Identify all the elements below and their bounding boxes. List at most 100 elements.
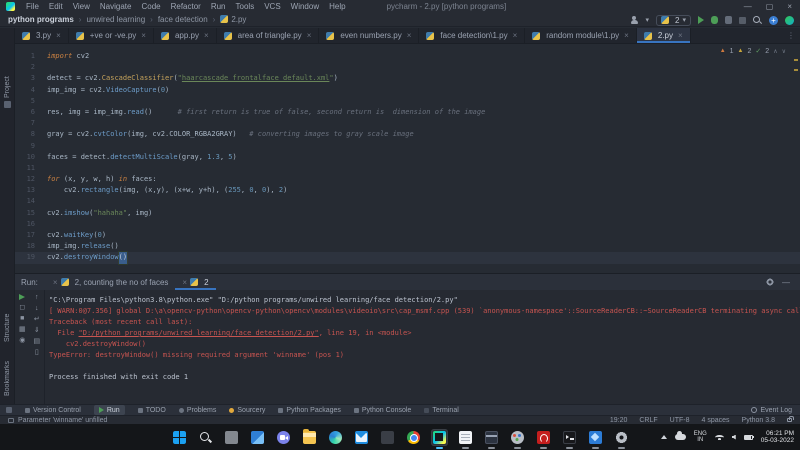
scroll-end-icon[interactable]: ⇓ (34, 327, 40, 334)
menu-item[interactable]: VCS (259, 2, 285, 11)
console-output[interactable]: "C:\Program Files\python3.8\python.exe" … (45, 290, 800, 404)
editor-tab[interactable]: 3.py × (15, 28, 69, 43)
taskbar-mail-icon[interactable] (353, 429, 370, 446)
scrollbar-marks[interactable] (794, 59, 798, 79)
chevron-down-icon[interactable]: ▾ (646, 16, 650, 24)
tab-close-icon[interactable]: × (56, 31, 61, 40)
file-encoding[interactable]: UTF-8 (670, 417, 690, 424)
run-config-selector[interactable]: 2 ▾ (656, 14, 691, 26)
line-ending[interactable]: CRLF (639, 417, 657, 424)
menu-item[interactable]: File (21, 2, 44, 11)
breadcrumb-item[interactable]: face detection (158, 15, 208, 24)
clock[interactable]: 06:21 PM 05-03-2022 (761, 430, 794, 445)
language-indicator[interactable]: ENG IN (694, 431, 707, 444)
hide-panel-icon[interactable]: — (782, 278, 790, 287)
code-line[interactable]: 15 cv2. imshow("hahaha", img) (15, 208, 800, 219)
volume-icon[interactable] (731, 434, 736, 440)
coverage-button[interactable] (725, 16, 732, 24)
code-line[interactable]: 7 (15, 118, 800, 129)
menu-item[interactable]: Code (136, 2, 165, 11)
tab-close-icon[interactable]: × (141, 31, 146, 40)
menu-item[interactable]: Edit (44, 2, 68, 11)
code-line[interactable]: 1 import cv2 (15, 51, 800, 62)
taskbar-gimp-icon[interactable] (509, 429, 526, 449)
tab-close-icon[interactable]: × (407, 31, 412, 40)
layout-icon[interactable]: ▦ (19, 326, 26, 333)
editor-tab[interactable]: +ve or -ve.py × (69, 28, 154, 43)
menu-item[interactable]: Refactor (166, 2, 206, 11)
taskbar-terminal-icon[interactable] (561, 429, 578, 449)
minimize-icon[interactable]: — (744, 2, 752, 11)
pin-icon[interactable]: ◉ (19, 337, 25, 344)
code-line[interactable]: 13 cv2. rectangle (img, (x,y), (x+w, y+h),… (15, 185, 800, 196)
run-tab[interactable]: × 2, counting the no of faces (46, 274, 176, 290)
menu-item[interactable]: View (68, 2, 95, 11)
lock-icon[interactable] (787, 416, 794, 422)
breadcrumb-item[interactable]: 2.py (220, 15, 246, 24)
toolwindow-button-packages[interactable]: Python Packages (278, 407, 341, 414)
taskbar-start-icon[interactable] (171, 429, 188, 446)
tool-windows-icon[interactable] (6, 407, 12, 413)
code-line[interactable]: 17 cv2. waitKey(0) (15, 230, 800, 241)
taskbar-widgets-icon[interactable] (249, 429, 266, 446)
code-line[interactable]: 16 (15, 219, 800, 230)
clear-icon[interactable]: ▯ (35, 349, 39, 356)
editor-tab[interactable]: random module\1.py × (525, 28, 637, 43)
code-line[interactable]: 11 (15, 163, 800, 174)
code-line[interactable]: 12 for (x, y, w, h) in faces: (15, 174, 800, 185)
taskbar-chat-icon[interactable] (275, 429, 292, 446)
code-line[interactable]: 3 detect = cv2. CascadeClassifier(" haarcas… (15, 73, 800, 84)
user-icon[interactable] (630, 15, 639, 25)
tab-close-icon[interactable]: × (53, 278, 58, 287)
toolwindow-button-sourcery[interactable]: Sourcery (229, 407, 265, 414)
taskbar-appdark-icon[interactable] (379, 429, 396, 446)
search-everywhere-icon[interactable] (753, 15, 762, 25)
taskbar-explorer-icon[interactable] (301, 428, 318, 446)
tab-close-icon[interactable]: × (624, 31, 629, 40)
code-line[interactable]: 14 (15, 196, 800, 207)
sidebar-item-project[interactable]: Project (0, 62, 15, 108)
wrench-icon[interactable]: ◻ (19, 304, 25, 311)
menu-item[interactable]: Navigate (95, 2, 137, 11)
menu-item[interactable]: Run (206, 2, 231, 11)
run-tab[interactable]: × 2 (175, 274, 215, 290)
interpreter[interactable]: Python 3.8 (742, 417, 775, 424)
taskbar-taskview-icon[interactable] (223, 427, 241, 446)
prev-issue-icon[interactable]: ∧ (773, 48, 777, 55)
tab-close-icon[interactable]: × (204, 31, 209, 40)
code-line[interactable]: 8 gray = cv2. cvtColor (img, cv2.COLOR_RGBA… (15, 129, 800, 140)
code-with-me-icon[interactable]: + (769, 15, 778, 25)
sidebar-item-structure[interactable]: Structure (0, 296, 15, 342)
sidebar-item-bookmarks[interactable]: Bookmarks (0, 344, 15, 396)
stop-button[interactable] (739, 16, 746, 24)
toolwindow-button-todo[interactable]: TODO (137, 407, 166, 414)
close-icon[interactable]: × (787, 2, 792, 11)
toolwindow-button-problems[interactable]: Problems (178, 407, 216, 414)
stop-icon[interactable]: ■ (20, 315, 24, 322)
tab-close-icon[interactable]: × (307, 31, 312, 40)
rerun-icon[interactable] (19, 294, 26, 300)
stacktrace-link[interactable]: "D:/python programs/unwired learning/fac… (79, 329, 319, 337)
code-line[interactable]: 5 (15, 96, 800, 107)
inspection-widget[interactable]: ▲ 1 ▲ 2 ✓ 2 ∧ ∨ (720, 47, 786, 56)
notifications-icon[interactable] (785, 15, 794, 25)
code-line[interactable]: 2 (15, 62, 800, 73)
taskbar-pycharm-icon[interactable] (430, 428, 448, 449)
next-issue-icon[interactable]: ∨ (782, 48, 786, 55)
code-line[interactable]: 10 faces = detect. detectMultiScale (gray, … (15, 152, 800, 163)
battery-icon[interactable] (743, 434, 755, 440)
taskbar-search-icon[interactable] (197, 429, 214, 446)
editor-tab[interactable]: area of triangle.py × (217, 28, 320, 43)
status-message[interactable]: Parameter 'winname' unfilled (18, 417, 107, 424)
code-editor[interactable]: 1 import cv2 2 3 detect = cv2. CascadeClassif… (15, 45, 800, 273)
menu-item[interactable]: Window (286, 2, 324, 11)
tray-expand-icon[interactable] (660, 435, 667, 439)
print-icon[interactable]: ▤ (33, 338, 40, 345)
taskbar-settings-icon[interactable] (613, 429, 630, 449)
taskbar-acrobat-icon[interactable] (535, 429, 552, 449)
editor-tab[interactable]: face detection\1.py × (419, 28, 526, 43)
code-line[interactable]: 4 imp_img = cv2. VideoCapture(0) (15, 85, 800, 96)
toolwindow-button-terminal[interactable]: Terminal (424, 407, 459, 414)
taskbar-chrome-icon[interactable] (405, 429, 422, 446)
gear-icon[interactable] (766, 278, 774, 286)
